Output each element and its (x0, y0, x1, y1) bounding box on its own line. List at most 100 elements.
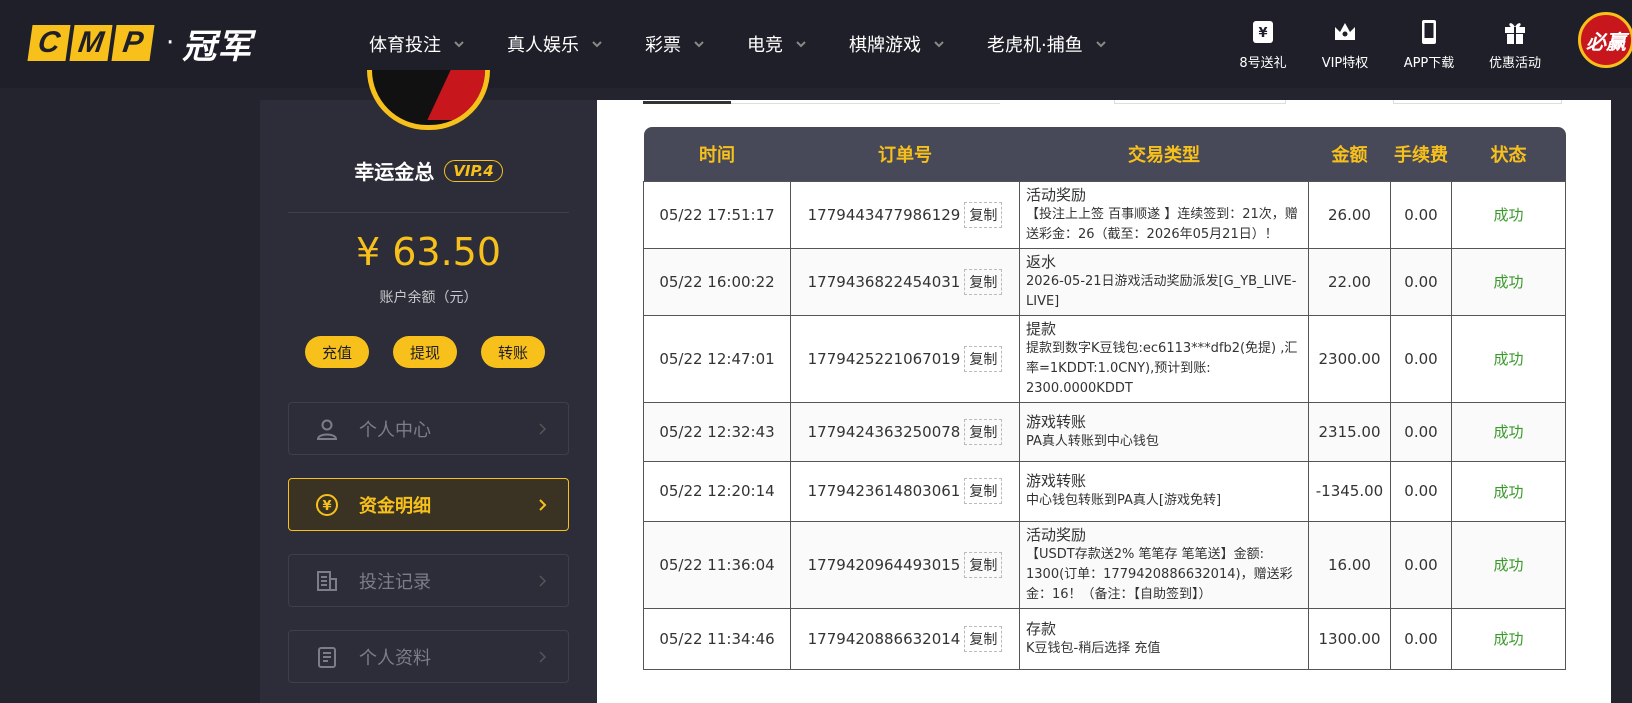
cell-amount: 16.00 (1308, 520, 1391, 609)
copy-button[interactable]: 复制 (964, 625, 1003, 652)
gift-box-icon (1505, 23, 1525, 44)
nav-item-live-casino[interactable]: 真人娱乐 (507, 31, 603, 57)
sidebar-item-label: 个人中心 (359, 419, 431, 441)
wallet-actions: 充值 提现 转账 (305, 336, 545, 368)
sidebar-item-personal-center[interactable]: 个人中心 (288, 402, 569, 455)
svg-text:¥: ¥ (1258, 26, 1267, 41)
nav-item-label: 棋牌游戏 (849, 35, 921, 56)
type-title: 游戏转账 (1026, 412, 1087, 431)
type-description: 【USDT存款送2% 笔笔存 笔笔送】金额: 1300(订单：177942088… (1026, 546, 1293, 602)
quick-link-label: VIP特权 (1321, 56, 1369, 71)
nav-item-label: 老虎机·捕鱼 (987, 35, 1083, 56)
type-filter-field[interactable] (1393, 100, 1562, 104)
chevron-down-icon (1096, 41, 1106, 48)
balance-label: 账户余额（元） (379, 290, 478, 306)
cell-status: 成功 (1451, 314, 1566, 403)
order-number: 1779425221067019 (807, 349, 961, 368)
cell-status: 成功 (1451, 401, 1566, 462)
nav-item-esports[interactable]: 电竞 (747, 31, 807, 57)
sidebar-item-label: 资金明细 (359, 495, 431, 517)
cell-fee: 0.00 (1390, 401, 1452, 462)
nav-item-sports[interactable]: 体育投注 (369, 31, 465, 57)
sidebar-item-profile[interactable]: 个人资料 (288, 630, 569, 683)
quick-link-app[interactable]: APP下载 (1389, 18, 1469, 71)
fund-details-panel: 时间 订单号 交易类型 金额 手续费 状态 05/22 17:51:17 177… (597, 100, 1611, 703)
sidebar-item-fund-details[interactable]: ¥ 资金明细 (288, 478, 569, 531)
chevron-down-icon (934, 41, 944, 48)
copy-button[interactable]: 复制 (964, 418, 1003, 445)
type-title: 返水 (1026, 252, 1057, 271)
quick-link-gift-8[interactable]: ¥ 8号送礼 (1223, 18, 1303, 71)
nav-item-label: 彩票 (645, 35, 681, 56)
divider (288, 212, 569, 213)
chevron-down-icon (454, 41, 464, 48)
cell-type: 游戏转账 PA真人转账到中心钱包 (1019, 401, 1309, 462)
order-number: 1779420964493015 (807, 555, 961, 574)
transfer-button[interactable]: 转账 (481, 336, 545, 368)
username-row: 幸运金总 VIP.4 (260, 156, 597, 185)
cell-time: 05/22 16:00:22 (643, 247, 791, 316)
nav-item-slots-fishing[interactable]: 老虎机·捕鱼 (987, 31, 1107, 57)
quick-link-promotions[interactable]: 优惠活动 (1475, 18, 1555, 71)
yen-coin-icon: ¥ (316, 493, 338, 516)
cell-fee: 0.00 (1390, 247, 1452, 316)
cell-status: 成功 (1451, 607, 1566, 670)
table-row: 05/22 11:36:04 1779420964493015 复制 活动奖励 【U… (643, 520, 1566, 609)
copy-button[interactable]: 复制 (964, 345, 1003, 372)
user-avatar[interactable]: 必赢 (1578, 12, 1632, 68)
type-description: 中心钱包转账到PA真人[游戏免转] (1026, 493, 1222, 508)
logo-text: 冠军 (182, 26, 253, 67)
table-row: 05/22 12:20:14 1779423614803061 复制 游戏转账 中心… (643, 460, 1566, 522)
order-number: 1779443477986129 (807, 205, 961, 224)
cell-amount: 26.00 (1308, 180, 1391, 249)
deposit-button[interactable]: 充值 (305, 336, 369, 368)
date-filter-field[interactable] (1114, 100, 1286, 104)
account-sidebar: 幸运金总 VIP.4 ¥ 63.50 账户余额（元） 充值 提现 转账 个人中心… (260, 70, 597, 703)
type-title: 活动奖励 (1026, 185, 1087, 204)
order-number: 1779436822454031 (807, 272, 961, 291)
copy-button[interactable]: 复制 (964, 201, 1003, 228)
balance-amount: ¥ 63.50 (355, 230, 502, 274)
copy-button[interactable]: 复制 (964, 268, 1003, 295)
column-header-time: 时间 (699, 144, 735, 166)
sidebar-item-label: 个人资料 (359, 647, 431, 669)
receipt-icon (317, 570, 337, 591)
cell-order: 1779443477986129 复制 (790, 180, 1020, 249)
cell-order: 1779420964493015 复制 (790, 520, 1020, 609)
chevron-right-icon (539, 423, 547, 435)
nav-item-card-games[interactable]: 棋牌游戏 (849, 31, 945, 57)
nav-item-lottery[interactable]: 彩票 (645, 31, 705, 57)
copy-button[interactable]: 复制 (964, 551, 1003, 578)
user-icon (316, 419, 338, 440)
withdraw-button[interactable]: 提现 (393, 336, 457, 368)
table-row: 05/22 16:00:22 1779436822454031 复制 返水 2026… (643, 247, 1566, 316)
quick-link-label: 优惠活动 (1488, 56, 1541, 71)
chevron-down-icon (592, 41, 602, 48)
chevron-down-icon (694, 41, 704, 48)
table-row: 05/22 11:34:46 1779420886632014 复制 存款 K豆钱包… (643, 607, 1566, 670)
cell-type: 活动奖励【USDT存款送2% 笔笔存 笔笔送】金额: 1300(订单：17794… (1019, 520, 1309, 609)
logo-letter: P (111, 25, 155, 61)
cell-amount: 1300.00 (1308, 607, 1391, 670)
cell-order: 1779436822454031 复制 (790, 247, 1020, 316)
cell-fee: 0.00 (1390, 314, 1452, 403)
site-logo[interactable]: C M P · 冠军 (27, 24, 252, 67)
copy-button[interactable]: 复制 (964, 478, 1003, 504)
username: 幸运金总 (354, 160, 435, 184)
column-header-fee: 手续费 (1394, 144, 1448, 166)
chevron-right-icon (539, 651, 547, 663)
profile-avatar (367, 70, 490, 130)
order-number: 1779423614803061 (807, 482, 961, 500)
type-title: 活动奖励 (1026, 525, 1087, 544)
cell-time: 05/22 11:34:46 (643, 607, 791, 670)
sidebar-item-bet-records[interactable]: 投注记录 (288, 554, 569, 607)
document-icon (318, 646, 336, 668)
quick-link-vip[interactable]: VIP特权 (1305, 18, 1385, 71)
cell-amount: 2300.00 (1308, 314, 1391, 403)
type-description: 【投注上上签 百事顺遂 】连续签到：21次，赠送彩金：26（截至：2026年05… (1026, 206, 1298, 242)
chevron-down-icon (796, 41, 806, 48)
cell-type: 提款 提款到数字K豆钱包:ec6113***dfb2(免提) ,汇率=1KDDT:… (1019, 314, 1309, 403)
type-description: K豆钱包-稍后选择 充值 (1026, 640, 1161, 656)
chevron-right-icon (539, 499, 547, 511)
nav-item-label: 电竞 (747, 35, 783, 56)
